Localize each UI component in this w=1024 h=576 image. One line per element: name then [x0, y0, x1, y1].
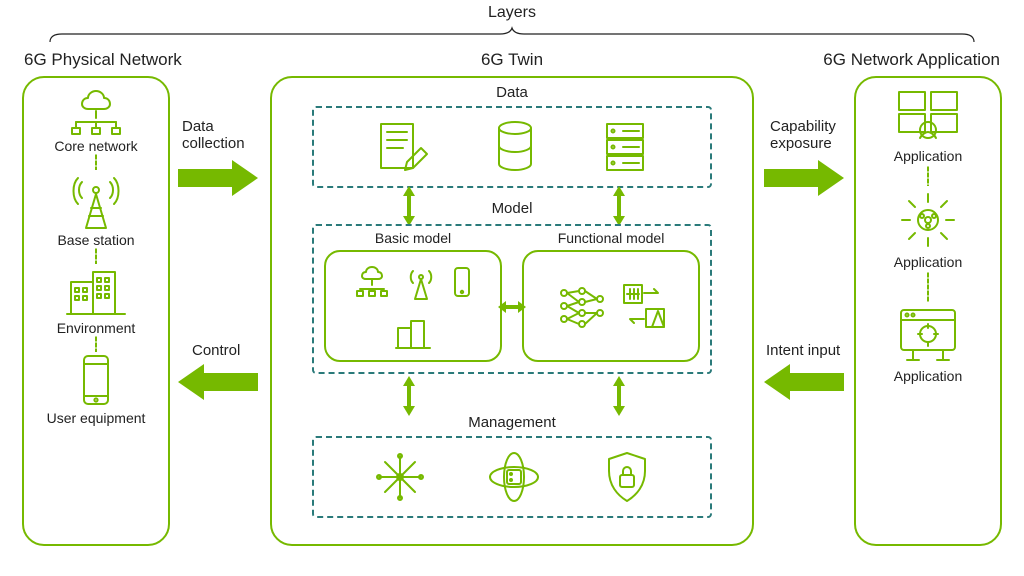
- mini-tower-icon: [406, 263, 436, 301]
- security-shield-icon: [602, 449, 652, 505]
- monitoring-app-icon: [893, 88, 963, 146]
- heading-network-app: 6G Network Application: [823, 50, 1000, 70]
- label-capability-exposure: Capability exposure: [770, 118, 836, 153]
- panel-physical-network: Core network Base station: [22, 76, 170, 546]
- base-station-icon: [69, 170, 123, 230]
- panel-basic-model: [324, 250, 502, 362]
- arrow-data-collection: [178, 160, 258, 196]
- server-rack-icon: [599, 118, 651, 176]
- section-model: Basic model Functional model: [312, 224, 712, 374]
- database-icon: [490, 118, 540, 176]
- neural-network-icon: [556, 283, 608, 329]
- section-management-label: Management: [272, 414, 752, 431]
- section-management: [312, 436, 712, 518]
- section-model-label: Model: [272, 200, 752, 217]
- arrow-model-mgmt-left: [402, 376, 412, 416]
- panel-6g-twin: Data Model Basic model Functional model: [270, 76, 754, 546]
- layers-label: Layers: [0, 4, 1024, 22]
- arrow-intent-input: [764, 364, 844, 400]
- label-data-collection: Data collection: [182, 118, 245, 153]
- environment-label: Environment: [57, 320, 136, 336]
- arrow-capability-exposure: [764, 160, 844, 196]
- document-edit-icon: [373, 118, 431, 176]
- section-data-label: Data: [272, 84, 752, 101]
- settings-app-icon: [896, 188, 960, 252]
- distribute-icon: [373, 450, 427, 504]
- mini-core-icon: [352, 265, 392, 299]
- automation-app-icon: [893, 304, 963, 366]
- application-3-label: Application: [894, 368, 963, 384]
- label-intent-input: Intent input: [766, 342, 840, 359]
- environment-icon: [63, 264, 129, 318]
- functional-model-label: Functional model: [512, 230, 710, 246]
- panel-functional-model: [522, 250, 700, 362]
- user-equipment-icon: [76, 352, 116, 408]
- application-2-label: Application: [894, 254, 963, 270]
- panel-network-application: Application Application: [854, 76, 1002, 546]
- core-network-label: Core network: [54, 138, 137, 154]
- base-station-label: Base station: [57, 232, 134, 248]
- user-equipment-label: User equipment: [47, 410, 146, 426]
- section-data: [312, 106, 712, 188]
- application-1-label: Application: [894, 148, 963, 164]
- core-network-icon: [66, 88, 126, 136]
- mini-buildings-icon: [394, 316, 432, 350]
- label-control: Control: [192, 342, 240, 359]
- arrow-control: [178, 364, 258, 400]
- basic-model-label: Basic model: [314, 230, 512, 246]
- data-transform-icon: [622, 283, 666, 329]
- orchestration-icon: [485, 450, 543, 504]
- mini-phone-icon: [450, 265, 474, 299]
- layers-brace: [48, 26, 976, 44]
- arrow-model-mgmt-right: [612, 376, 622, 416]
